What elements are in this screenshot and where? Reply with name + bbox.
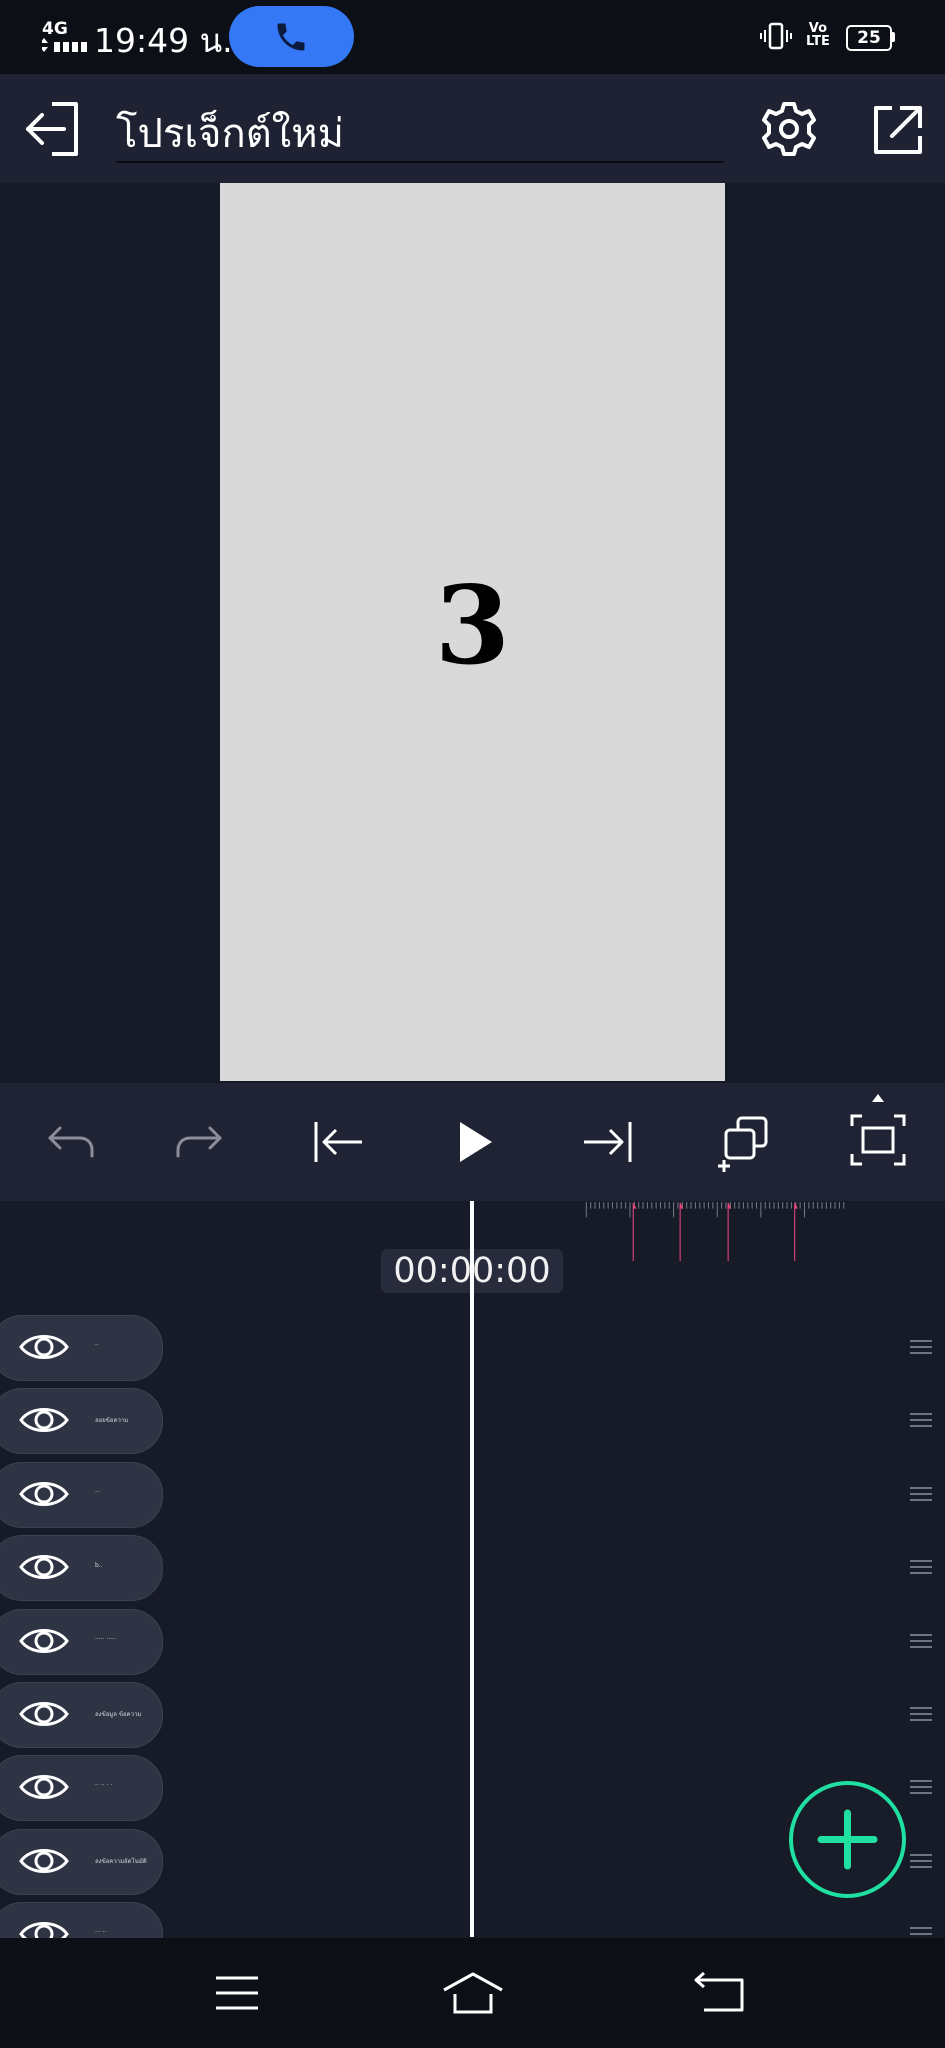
track-name: b.. — [95, 1562, 103, 1570]
track-row[interactable]: ····· ····· — [0, 1608, 163, 1675]
home-icon[interactable] — [438, 1968, 508, 2018]
duplicate-add-icon[interactable] — [712, 1110, 776, 1174]
project-title-field[interactable]: โปรเจ็กต์ใหม่ — [116, 95, 724, 163]
track-name: ·· — [95, 1342, 99, 1349]
track-row[interactable]: ·· — [0, 1315, 163, 1381]
track-name: ลงข้อมูล ข้อความ — [95, 1711, 142, 1718]
drag-handle-icon[interactable] — [910, 1779, 932, 1795]
eye-icon[interactable] — [19, 1844, 69, 1878]
canvas-text: 3 — [434, 563, 511, 689]
undo-icon[interactable] — [36, 1110, 100, 1174]
keyframe-marker-head — [728, 1202, 732, 1209]
redo-icon[interactable] — [170, 1110, 234, 1174]
add-button[interactable] — [789, 1781, 906, 1898]
plus-icon — [817, 1809, 878, 1870]
skip-to-end-icon[interactable] — [576, 1110, 640, 1174]
track-row[interactable]: ลงข้อความอัตโนมัติ — [0, 1828, 163, 1895]
project-title: โปรเจ็กต์ใหม่ — [116, 111, 344, 157]
back-icon[interactable] — [686, 1968, 756, 2018]
track-row[interactable]: ··· — [0, 1461, 163, 1528]
phone-icon — [277, 23, 305, 51]
menu-icon[interactable] — [202, 1968, 272, 2018]
drag-handle-icon[interactable] — [910, 1339, 932, 1355]
ongoing-call-pill[interactable] — [229, 6, 354, 67]
eye-icon[interactable] — [19, 1330, 69, 1364]
signal-icon — [42, 38, 87, 52]
exit-icon[interactable] — [22, 94, 84, 164]
eye-icon[interactable] — [19, 1770, 69, 1804]
eye-icon[interactable] — [19, 1477, 69, 1511]
play-icon[interactable] — [442, 1110, 506, 1174]
fullscreen-icon[interactable] — [846, 1092, 910, 1174]
preview-canvas[interactable]: 3 — [220, 183, 725, 1081]
drag-handle-icon[interactable] — [910, 1486, 932, 1502]
clock: 19:49 น. — [94, 21, 233, 60]
drag-handle-icon[interactable] — [910, 1633, 932, 1649]
drag-handle-icon[interactable] — [910, 1559, 932, 1575]
track-name: ····· ····· — [95, 1635, 116, 1643]
playhead[interactable] — [470, 1201, 474, 1937]
track-row[interactable]: ลงข้อมูล ข้อความ — [0, 1682, 163, 1748]
battery-level: 25 — [857, 28, 881, 48]
network-type: 4G — [42, 19, 68, 39]
track-row[interactable]: ·· ·· · · — [0, 1755, 163, 1822]
track-name: ลอยข้อความ — [95, 1417, 129, 1425]
eye-icon[interactable] — [19, 1624, 69, 1658]
track-name: ·· ·· · · — [95, 1782, 113, 1790]
eye-icon[interactable] — [19, 1697, 69, 1731]
track-row[interactable]: ลอยข้อความ — [0, 1388, 163, 1455]
eye-icon[interactable] — [19, 1550, 69, 1584]
track-name: ··· — [95, 1488, 101, 1496]
track-row[interactable]: b.. — [0, 1535, 163, 1602]
gear-icon[interactable] — [754, 96, 824, 162]
keyframe-marker-head — [794, 1202, 798, 1209]
track-name: ··· ·· — [95, 1929, 107, 1937]
keyframe-marker-head — [680, 1202, 684, 1209]
eye-icon[interactable] — [19, 1403, 69, 1437]
keyframe-marker-head — [633, 1202, 637, 1209]
track-name: ลงข้อความอัตโนมัติ — [95, 1857, 147, 1865]
volte-indicator: Vo LTE — [806, 21, 830, 49]
vibrate-icon — [760, 22, 792, 50]
drag-handle-icon[interactable] — [910, 1706, 932, 1722]
drag-handle-icon[interactable] — [910, 1853, 932, 1869]
skip-to-start-icon[interactable] — [306, 1110, 370, 1174]
share-icon[interactable] — [862, 96, 932, 162]
drag-handle-icon[interactable] — [910, 1412, 932, 1428]
